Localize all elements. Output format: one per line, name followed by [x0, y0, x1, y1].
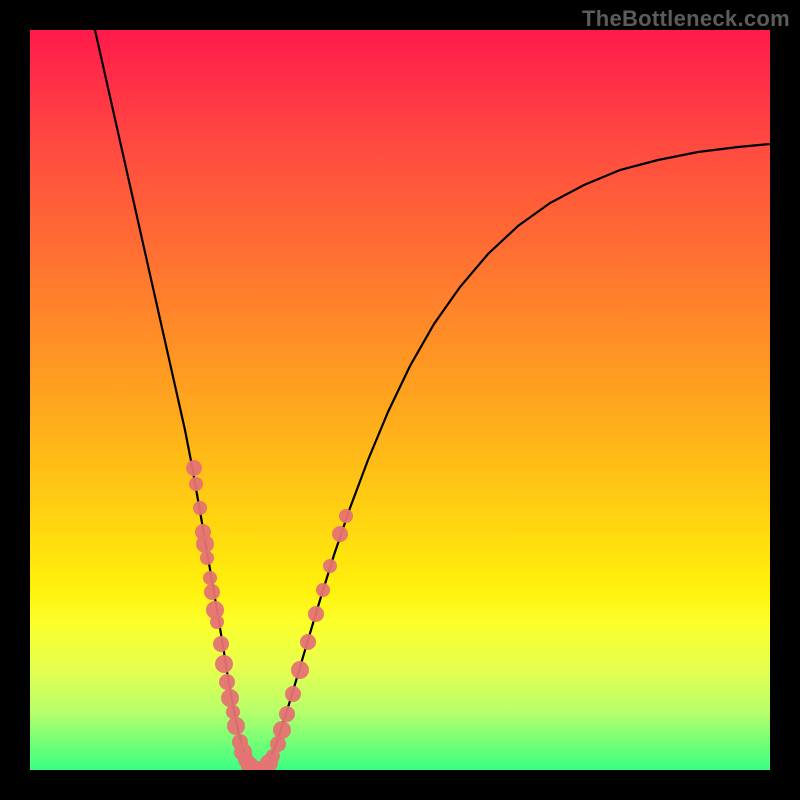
data-dot	[308, 606, 324, 622]
data-dot	[300, 634, 316, 650]
data-dot	[227, 717, 245, 735]
data-dot	[215, 655, 233, 673]
plot-canvas	[30, 30, 770, 770]
data-dot	[221, 689, 239, 707]
data-dot	[204, 584, 220, 600]
data-dot	[193, 501, 207, 515]
data-dot	[189, 477, 203, 491]
data-dot	[203, 571, 217, 585]
bottleneck-curve	[95, 30, 770, 770]
data-dot	[200, 551, 214, 565]
data-dot	[339, 509, 353, 523]
data-dot	[226, 705, 240, 719]
data-dot	[196, 535, 214, 553]
data-dot	[273, 721, 291, 739]
data-dot	[291, 661, 309, 679]
data-dots-group	[186, 460, 353, 770]
data-dot	[219, 674, 235, 690]
data-dot	[279, 706, 295, 722]
data-dot	[285, 686, 301, 702]
data-dot	[213, 636, 229, 652]
data-dot	[332, 526, 348, 542]
data-dot	[316, 583, 330, 597]
data-dot	[186, 460, 202, 476]
watermark-text: TheBottleneck.com	[582, 6, 790, 32]
data-dot	[323, 559, 337, 573]
chart-frame: TheBottleneck.com	[0, 0, 800, 800]
data-dot	[210, 615, 224, 629]
